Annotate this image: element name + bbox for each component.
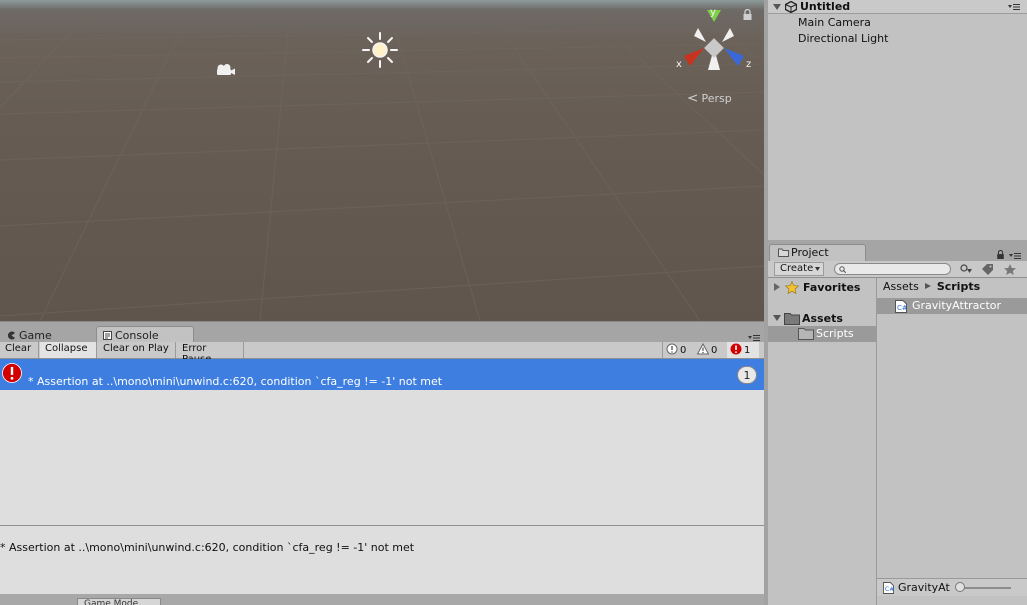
directional-light-icon[interactable] [361, 31, 399, 69]
expand-arrow-icon[interactable] [773, 3, 781, 11]
info-count: 0 [680, 345, 687, 356]
project-folder-tree[interactable]: Favorites Assets Scripts [768, 278, 877, 605]
breadcrumb-item[interactable]: Scripts [937, 280, 980, 293]
game-icon [7, 331, 15, 340]
chevron-down-icon [815, 267, 820, 271]
asset-label: GravityAttractor [912, 299, 1002, 312]
tab-game-label: Game [19, 329, 52, 342]
tab-project-label: Project [791, 246, 829, 259]
console-log-list[interactable]: * Assertion at ..\mono\mini\unwind.c:620… [0, 359, 764, 525]
expand-arrow-icon[interactable] [773, 283, 781, 291]
svg-text:C#: C# [897, 304, 907, 312]
project-menu-icon[interactable] [1009, 252, 1021, 260]
error-pause-button[interactable]: Error Pause [177, 342, 244, 365]
csharp-script-icon: C# [883, 582, 894, 594]
log-detail-text: * Assertion at ..\mono\mini\unwind.c:620… [0, 541, 415, 554]
lock-icon[interactable] [742, 9, 753, 20]
csharp-script-icon: C# [895, 300, 907, 313]
scene-view[interactable]: y x z Persp [0, 0, 764, 321]
gizmo-z-label: z [746, 59, 751, 70]
folder-icon [784, 313, 800, 325]
favorites-star-icon [784, 281, 800, 294]
error-icon [730, 343, 742, 355]
tree-item-scripts[interactable]: Scripts [768, 326, 877, 342]
tree-label: Scripts [816, 327, 854, 340]
warning-icon [697, 343, 709, 355]
expand-arrow-icon[interactable] [773, 314, 781, 322]
warning-count-toggle[interactable]: 0 [694, 342, 726, 358]
error-count: 1 [744, 345, 751, 356]
info-icon [666, 343, 678, 355]
persp-text: Persp [701, 92, 732, 105]
perspective-label[interactable]: Persp [687, 92, 732, 105]
folder-icon [778, 248, 789, 257]
lock-icon[interactable] [996, 250, 1005, 259]
chevron-right-icon [924, 283, 931, 289]
perspective-icon [687, 94, 698, 102]
create-dropdown[interactable]: Create [774, 262, 824, 276]
scene-title: Untitled [800, 0, 851, 13]
hierarchy-panel: Untitled Main Camera Directional Light [768, 0, 1027, 240]
console-tabs: Game Console [0, 321, 764, 343]
hierarchy-scene-header[interactable]: Untitled [768, 0, 1027, 14]
gizmo-x-label: x [676, 59, 682, 70]
scene-menu-icon[interactable] [1008, 3, 1020, 11]
project-status-bar: C# GravityAt [877, 578, 1027, 596]
log-message: * Assertion at ..\mono\mini\unwind.c:620… [28, 375, 443, 388]
tab-console[interactable]: Console [96, 326, 194, 343]
console-icon [103, 331, 112, 340]
filter-type-icon[interactable] [959, 263, 973, 276]
unity-logo-icon [785, 1, 797, 13]
tab-project[interactable]: Project [769, 244, 866, 261]
clear-button[interactable]: Clear [0, 342, 39, 358]
tab-console-label: Console [115, 329, 159, 342]
svg-text:C#: C# [885, 585, 894, 593]
hierarchy-item-directional-light[interactable]: Directional Light [798, 32, 888, 45]
panel-menu-icon[interactable] [748, 334, 760, 342]
tree-item-assets[interactable]: Assets [768, 311, 877, 327]
bottom-tab[interactable]: Game Mode [77, 598, 161, 605]
favorite-star-icon[interactable] [1003, 263, 1017, 276]
info-count-toggle[interactable]: 0 [662, 342, 692, 358]
console-panel: Game Console Clear Collapse Clear on Pla… [0, 321, 764, 605]
search-input[interactable] [834, 263, 951, 275]
log-count-badge: 1 [737, 366, 757, 384]
project-tabs: Project [768, 240, 1027, 261]
clear-on-play-button[interactable]: Clear on Play [98, 342, 176, 358]
log-detail[interactable]: * Assertion at ..\mono\mini\unwind.c:620… [0, 526, 764, 594]
search-icon [839, 266, 846, 273]
project-toolbar: Create [768, 261, 1027, 278]
project-panel: Project Create Favorites Assets Scripts … [768, 240, 1027, 605]
camera-icon[interactable] [214, 62, 236, 78]
project-content[interactable]: Assets Scripts C# GravityAttractor [877, 278, 1027, 605]
hierarchy-item-main-camera[interactable]: Main Camera [798, 16, 871, 29]
create-label: Create [780, 263, 814, 274]
tree-item-favorites[interactable]: Favorites [768, 280, 877, 296]
folder-icon [798, 328, 814, 340]
filter-label-icon[interactable] [981, 263, 995, 276]
error-icon [2, 363, 22, 383]
tab-game[interactable]: Game [0, 326, 95, 343]
log-entry[interactable]: * Assertion at ..\mono\mini\unwind.c:620… [0, 359, 764, 390]
console-toolbar: Clear Collapse Clear on Play Error Pause… [0, 342, 764, 365]
tree-label: Assets [802, 312, 843, 325]
tree-label: Favorites [803, 281, 861, 294]
warning-count: 0 [711, 345, 718, 356]
asset-item[interactable]: C# GravityAttractor [877, 298, 1027, 314]
error-count-toggle[interactable]: 1 [727, 342, 759, 358]
breadcrumb: Assets Scripts [883, 280, 980, 293]
gizmo-y-label: y [710, 7, 716, 18]
collapse-button[interactable]: Collapse [40, 342, 97, 358]
breadcrumb-item[interactable]: Assets [883, 280, 919, 293]
selected-asset-name: GravityAt [898, 581, 950, 594]
slider-handle[interactable] [955, 582, 965, 592]
